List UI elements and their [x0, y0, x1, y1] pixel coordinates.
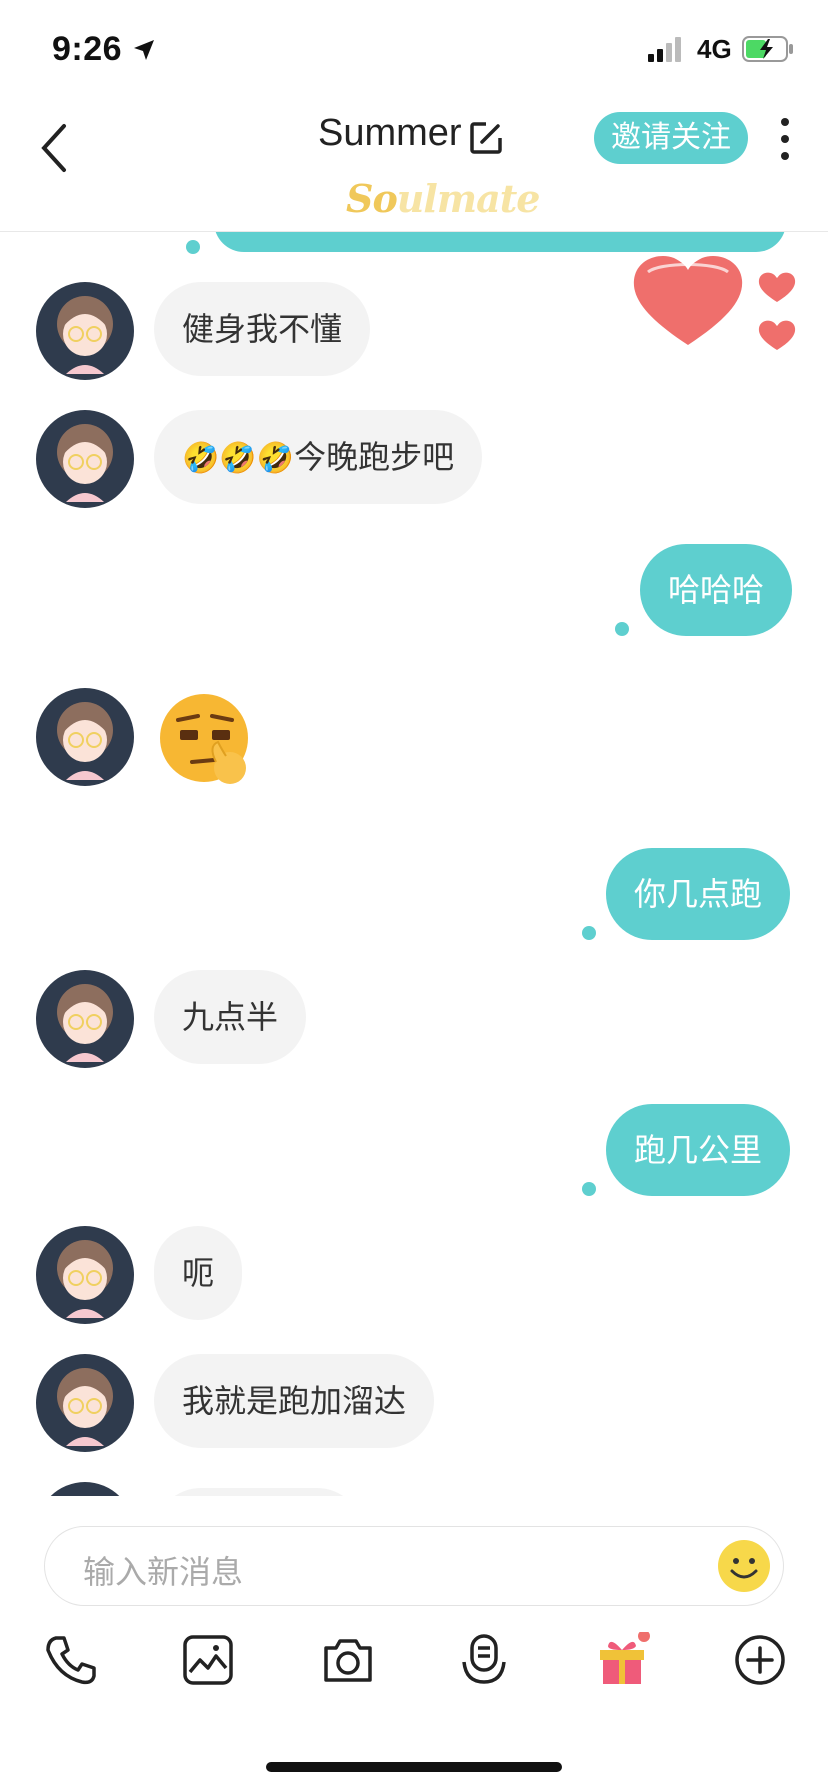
avatar[interactable] [36, 1226, 134, 1324]
avatar[interactable] [36, 970, 134, 1068]
incoming-message[interactable]: 九点半 [154, 970, 307, 1064]
status-bar: 9:26 4G [0, 0, 828, 100]
avatar[interactable] [36, 282, 134, 380]
signal-icon [648, 37, 681, 62]
bubble-tail-dot [582, 926, 596, 940]
avatar[interactable] [36, 688, 134, 786]
add-icon[interactable] [732, 1632, 788, 1688]
incoming-message[interactable]: 我就是跑加溜达 [154, 1354, 435, 1448]
message-input[interactable]: 输入新消息 [44, 1526, 784, 1606]
bubble-tail-dot [615, 622, 629, 636]
gift-icon[interactable] [594, 1632, 650, 1688]
soulmate-logo: Soulmate [346, 176, 540, 221]
status-time: 9:26 [52, 30, 123, 68]
image-icon[interactable] [180, 1632, 236, 1688]
chat-title[interactable]: Summer [318, 112, 462, 155]
thinking-face-icon[interactable] [158, 692, 258, 792]
chat-header: Summer 邀请关注 Soulmate [0, 100, 828, 232]
message-list[interactable]: 健身我不懂 🤣🤣🤣今晚跑步吧 哈哈哈 你几点跑 九点半 跑几公里 呃 我就是跑加… [0, 232, 828, 1496]
network-label: 4G [697, 34, 732, 64]
smiley-icon[interactable] [717, 1539, 771, 1593]
chat-toolbar [0, 1624, 828, 1724]
avatar[interactable] [36, 410, 134, 508]
bubble-tail-dot [186, 240, 200, 254]
home-indicator[interactable] [266, 1762, 562, 1772]
phone-icon[interactable] [42, 1632, 98, 1688]
incoming-message[interactable]: 健身我不懂 [154, 282, 371, 376]
location-arrow-icon [134, 40, 154, 60]
outgoing-message[interactable]: 哈哈哈 [640, 544, 793, 636]
avatar[interactable] [36, 1482, 134, 1496]
hearts-icon [633, 256, 796, 350]
back-arrow-icon[interactable] [36, 118, 72, 178]
edit-icon[interactable] [468, 120, 504, 156]
avatar[interactable] [36, 1354, 134, 1452]
incoming-message[interactable]: 呃 [154, 1226, 243, 1320]
incoming-message[interactable]: 🤣🤣🤣今晚跑步吧 [154, 410, 483, 504]
input-placeholder: 输入新消息 [83, 1554, 244, 1590]
bubble-tail-dot [582, 1182, 596, 1196]
rofl-emoji-icon: 🤣🤣🤣 [182, 442, 295, 475]
outgoing-message[interactable]: 你几点跑 [606, 848, 791, 940]
invite-follow-button[interactable]: 邀请关注 [594, 112, 748, 164]
battery-charging-icon [742, 36, 793, 62]
more-options-icon[interactable] [775, 114, 795, 164]
outgoing-bubble-partial [214, 232, 786, 252]
camera-icon[interactable] [320, 1632, 376, 1688]
incoming-message-partial[interactable] [154, 1488, 364, 1496]
outgoing-message[interactable]: 跑几公里 [606, 1104, 791, 1196]
voice-icon[interactable] [456, 1632, 512, 1688]
